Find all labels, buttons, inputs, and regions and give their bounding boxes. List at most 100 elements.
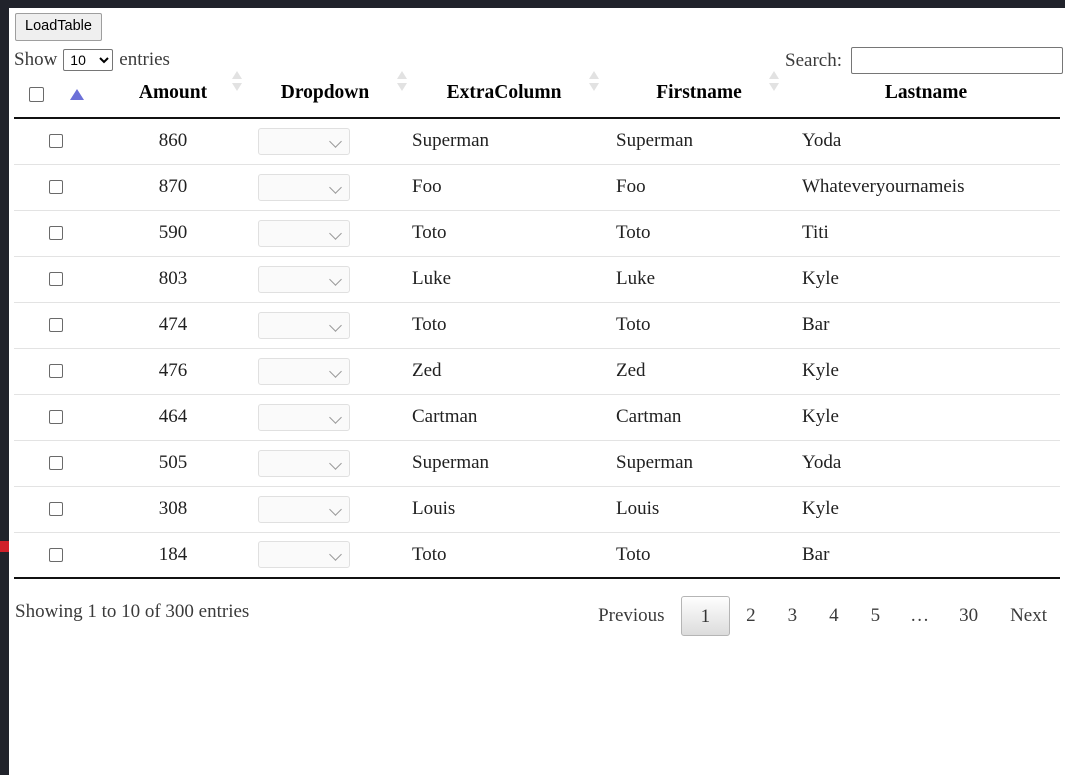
chevron-down-icon	[329, 548, 342, 562]
cell-amount: 870	[98, 164, 248, 211]
pagination-ellipsis: …	[910, 605, 930, 626]
cell-lastname: Kyle	[792, 394, 1060, 441]
row-checkbox[interactable]	[49, 272, 63, 286]
column-header-firstname[interactable]: Firstname	[606, 71, 792, 119]
column-header-firstname-label: Firstname	[656, 82, 742, 103]
cell-dropdown	[248, 164, 402, 211]
row-select-cell	[14, 348, 98, 395]
pagination-next[interactable]: Next	[994, 596, 1063, 636]
row-checkbox[interactable]	[49, 410, 63, 424]
entries-per-page-select[interactable]: 102550100	[63, 49, 114, 71]
column-header-amount-label: Amount	[138, 82, 208, 103]
length-prefix-label: Show	[14, 49, 58, 70]
table-row: 505 Superman Superman Yoda	[14, 440, 1060, 487]
cell-dropdown	[248, 302, 402, 349]
cell-firstname: Toto	[606, 532, 792, 579]
row-dropdown-select[interactable]	[258, 311, 350, 339]
pagination-page-3[interactable]: 3	[772, 596, 814, 636]
cell-firstname: Toto	[606, 210, 792, 257]
row-select-cell	[14, 394, 98, 441]
pagination-page-2[interactable]: 2	[730, 596, 772, 636]
cell-lastname: Titi	[792, 210, 1060, 257]
cell-dropdown	[248, 256, 402, 303]
search-label: Search:	[785, 49, 842, 71]
row-dropdown-select[interactable]	[258, 541, 350, 569]
cell-firstname: Louis	[606, 486, 792, 533]
column-header-dropdown-label: Dropdown	[280, 82, 370, 103]
row-dropdown-select[interactable]	[258, 127, 350, 155]
row-checkbox[interactable]	[49, 364, 63, 378]
column-header-select[interactable]	[14, 82, 98, 119]
column-header-extracolumn-label: ExtraColumn	[446, 82, 562, 103]
row-dropdown-select[interactable]	[258, 357, 350, 385]
cell-lastname: Yoda	[792, 440, 1060, 487]
cell-lastname: Bar	[792, 302, 1060, 349]
row-select-cell	[14, 164, 98, 211]
load-table-button[interactable]: LoadTable	[15, 13, 102, 41]
row-dropdown-select[interactable]	[258, 219, 350, 247]
data-table: Amount Dropdown ExtraColumn Firstname La…	[14, 71, 1060, 579]
row-checkbox[interactable]	[49, 134, 63, 149]
scrollbar-error-marker	[0, 541, 9, 552]
search-input[interactable]	[851, 47, 1063, 74]
table-header-row: Amount Dropdown ExtraColumn Firstname La…	[14, 71, 1060, 119]
cell-extracolumn: Superman	[402, 118, 606, 165]
chevron-down-icon	[329, 226, 342, 240]
table-row: 308 Louis Louis Kyle	[14, 486, 1060, 533]
row-checkbox[interactable]	[49, 547, 63, 562]
row-select-cell	[14, 256, 98, 303]
cell-dropdown	[248, 210, 402, 257]
cell-amount: 590	[98, 210, 248, 257]
table-row: 860 Superman Superman Yoda	[14, 118, 1060, 165]
cell-lastname: Kyle	[792, 256, 1060, 303]
table-row: 870 Foo Foo Whateveryournameis	[14, 164, 1060, 211]
select-all-checkbox[interactable]	[28, 87, 44, 102]
column-header-extracolumn[interactable]: ExtraColumn	[402, 71, 606, 119]
cell-lastname: Yoda	[792, 118, 1060, 165]
chevron-down-icon	[329, 134, 342, 148]
row-checkbox[interactable]	[49, 318, 63, 332]
row-checkbox[interactable]	[49, 180, 63, 194]
row-dropdown-select[interactable]	[258, 403, 350, 431]
row-checkbox[interactable]	[49, 502, 63, 516]
page-content: LoadTable Show 102550100 entries Search:	[9, 8, 1065, 775]
chevron-down-icon	[329, 456, 342, 470]
cell-amount: 474	[98, 302, 248, 349]
cell-extracolumn: Toto	[402, 532, 606, 579]
row-dropdown-select[interactable]	[258, 265, 350, 293]
column-header-lastname[interactable]: Lastname	[792, 82, 1060, 119]
browser-chrome-left-bar	[0, 0, 9, 775]
cell-extracolumn: Toto	[402, 210, 606, 257]
row-checkbox[interactable]	[49, 456, 63, 470]
cell-firstname: Superman	[606, 118, 792, 165]
row-dropdown-select[interactable]	[258, 173, 350, 201]
row-select-cell	[14, 210, 98, 257]
table-row: 476 Zed Zed Kyle	[14, 348, 1060, 395]
chevron-down-icon	[329, 318, 342, 332]
row-dropdown-select[interactable]	[258, 495, 350, 523]
pagination-prev[interactable]: Previous	[582, 596, 681, 636]
row-dropdown-select[interactable]	[258, 449, 350, 477]
pagination: Previous 1 2 3 4 5 … 30 Next	[582, 596, 1063, 636]
pagination-page-5[interactable]: 5	[855, 596, 897, 636]
row-checkbox[interactable]	[49, 226, 63, 240]
pagination-page-4[interactable]: 4	[813, 596, 855, 636]
pagination-page-1[interactable]: 1	[680, 596, 731, 636]
column-header-dropdown[interactable]: Dropdown	[248, 71, 408, 119]
table-row: 590 Toto Toto Titi	[14, 210, 1060, 257]
chevron-down-icon	[329, 502, 342, 516]
row-select-cell	[14, 532, 98, 579]
chevron-down-icon	[329, 364, 342, 378]
sort-icon	[589, 71, 600, 91]
table-row: 474 Toto Toto Bar	[14, 302, 1060, 349]
pagination-page-30[interactable]: 30	[943, 596, 994, 636]
table-row: 464 Cartman Cartman Kyle	[14, 394, 1060, 441]
cell-amount: 476	[98, 348, 248, 395]
column-header-amount[interactable]: Amount	[98, 71, 248, 119]
table-row: 803 Luke Luke Kyle	[14, 256, 1060, 303]
cell-dropdown	[248, 440, 402, 487]
row-select-cell	[14, 118, 98, 165]
cell-dropdown	[248, 486, 402, 533]
cell-firstname: Cartman	[606, 394, 792, 441]
sort-icon	[768, 71, 780, 91]
